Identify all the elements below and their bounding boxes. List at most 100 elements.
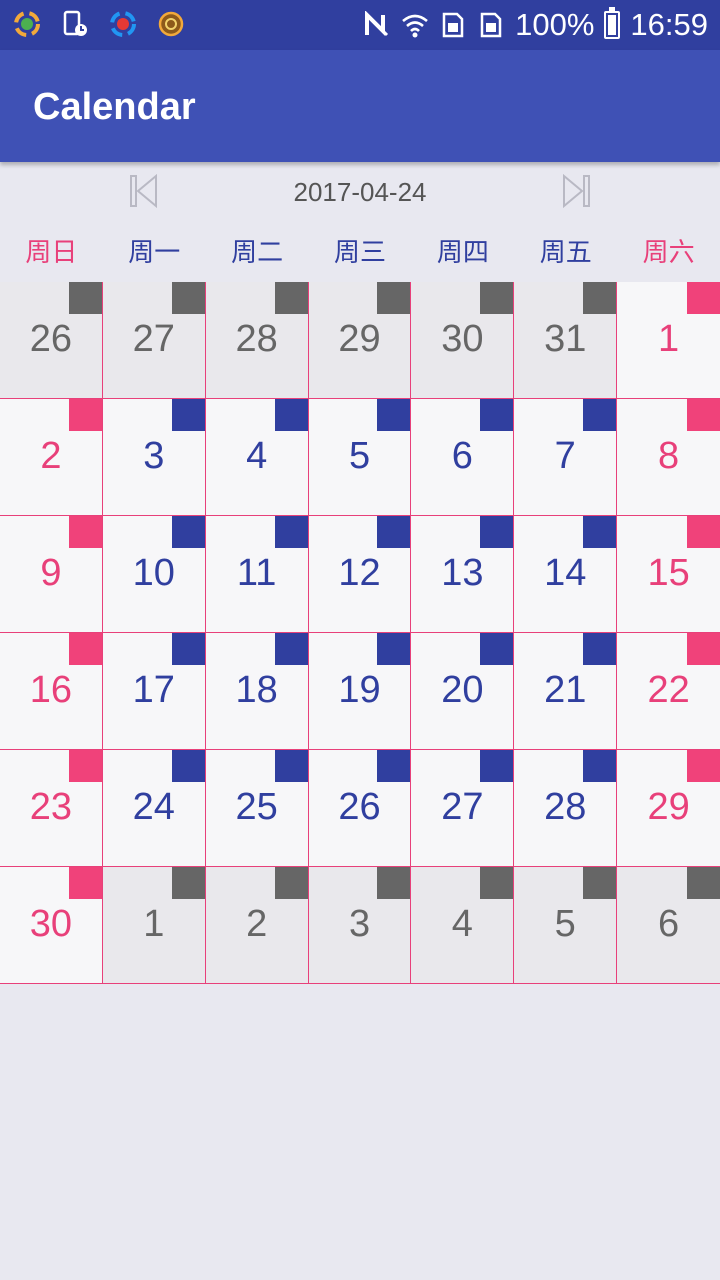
day-cell[interactable]: 22: [617, 633, 720, 750]
day-marker: [171, 282, 205, 314]
day-cell[interactable]: 30: [0, 867, 103, 984]
day-number: 13: [441, 552, 484, 594]
system-status: 100% 16:59: [363, 0, 708, 50]
day-number: 29: [338, 318, 381, 360]
day-marker: [171, 516, 205, 548]
app-notification-icon: [110, 11, 136, 37]
day-cell[interactable]: 26: [0, 282, 103, 399]
day-cell[interactable]: 24: [102, 750, 206, 867]
day-marker: [171, 867, 205, 899]
day-number: 17: [132, 669, 175, 711]
day-cell[interactable]: 12: [308, 516, 412, 633]
day-cell[interactable]: 29: [617, 750, 720, 867]
day-number: 28: [235, 318, 278, 360]
day-cell[interactable]: 25: [205, 750, 309, 867]
day-number: 30: [441, 318, 484, 360]
day-number: 1: [658, 318, 680, 360]
day-cell[interactable]: 2: [205, 867, 309, 984]
day-cell[interactable]: 30: [411, 282, 515, 399]
day-marker: [687, 516, 720, 548]
day-cell[interactable]: 21: [514, 633, 618, 750]
notification-icons: [12, 9, 186, 39]
day-marker: [583, 633, 617, 665]
day-cell[interactable]: 10: [102, 516, 206, 633]
day-cell[interactable]: 6: [411, 399, 515, 516]
day-number: 11: [236, 552, 277, 594]
day-number: 28: [544, 786, 587, 828]
day-number: 2: [40, 435, 62, 477]
day-cell[interactable]: 5: [308, 399, 412, 516]
day-cell[interactable]: 7: [514, 399, 618, 516]
wifi-icon: [402, 14, 428, 38]
clock: 16:59: [630, 7, 708, 42]
weekday-label: 周五: [539, 237, 592, 267]
day-cell[interactable]: 18: [205, 633, 309, 750]
day-cell[interactable]: 15: [617, 516, 720, 633]
day-number: 29: [647, 786, 690, 828]
day-cell[interactable]: 13: [411, 516, 515, 633]
skip-previous-icon[interactable]: [128, 174, 160, 208]
day-cell[interactable]: 2: [0, 399, 103, 516]
day-number: 20: [441, 669, 484, 711]
day-marker: [377, 750, 411, 782]
day-cell[interactable]: 16: [0, 633, 103, 750]
day-cell[interactable]: 20: [411, 633, 515, 750]
day-cell[interactable]: 5: [514, 867, 618, 984]
day-number: 3: [348, 903, 371, 945]
day-marker: [480, 867, 514, 899]
day-marker: [687, 750, 720, 782]
day-marker: [274, 867, 308, 899]
day-cell[interactable]: 9: [0, 516, 103, 633]
day-number: 19: [338, 669, 381, 711]
day-cell[interactable]: 27: [102, 282, 206, 399]
day-marker: [377, 399, 411, 431]
weekday-label: 周一: [128, 237, 181, 267]
day-marker: [68, 867, 102, 899]
day-cell[interactable]: 4: [411, 867, 515, 984]
day-number: 27: [441, 786, 484, 828]
day-marker: [480, 516, 514, 548]
day-cell[interactable]: 29: [308, 282, 412, 399]
day-marker: [687, 282, 720, 314]
day-cell[interactable]: 1: [102, 867, 206, 984]
day-number: 23: [29, 786, 73, 828]
day-cell[interactable]: 26: [308, 750, 412, 867]
day-number: 6: [658, 903, 680, 945]
nfc-icon: [365, 11, 389, 37]
day-cell[interactable]: 8: [617, 399, 720, 516]
day-cell[interactable]: 6: [617, 867, 720, 984]
battery-percent: 100%: [515, 7, 595, 42]
day-cell[interactable]: 4: [205, 399, 309, 516]
weekday-label: 周六: [642, 237, 695, 267]
day-cell[interactable]: 28: [205, 282, 309, 399]
day-number: 8: [658, 435, 680, 477]
day-number: 30: [29, 903, 73, 945]
day-number: 1: [143, 903, 165, 945]
day-number: 18: [235, 669, 278, 711]
day-cell[interactable]: 31: [514, 282, 618, 399]
day-marker: [480, 750, 514, 782]
day-cell[interactable]: 1: [617, 282, 720, 399]
day-number: 4: [246, 435, 268, 477]
day-cell[interactable]: 23: [0, 750, 103, 867]
day-marker: [377, 516, 411, 548]
day-marker: [377, 282, 411, 314]
app-notification-icon: [14, 11, 40, 37]
day-marker: [583, 516, 617, 548]
day-cell[interactable]: 3: [308, 867, 412, 984]
day-marker: [583, 282, 617, 314]
day-cell[interactable]: 19: [308, 633, 412, 750]
day-cell[interactable]: 3: [102, 399, 206, 516]
day-marker: [274, 633, 308, 665]
day-number: 22: [647, 669, 690, 711]
day-cell[interactable]: 11: [205, 516, 309, 633]
day-number: 10: [132, 552, 175, 594]
day-cell[interactable]: 14: [514, 516, 618, 633]
day-cell[interactable]: 27: [411, 750, 515, 867]
day-cell[interactable]: 28: [514, 750, 618, 867]
day-marker: [480, 282, 514, 314]
day-cell[interactable]: 17: [102, 633, 206, 750]
skip-next-icon[interactable]: [560, 174, 592, 208]
device-clock-icon: [63, 10, 87, 36]
day-number: 16: [29, 669, 73, 711]
